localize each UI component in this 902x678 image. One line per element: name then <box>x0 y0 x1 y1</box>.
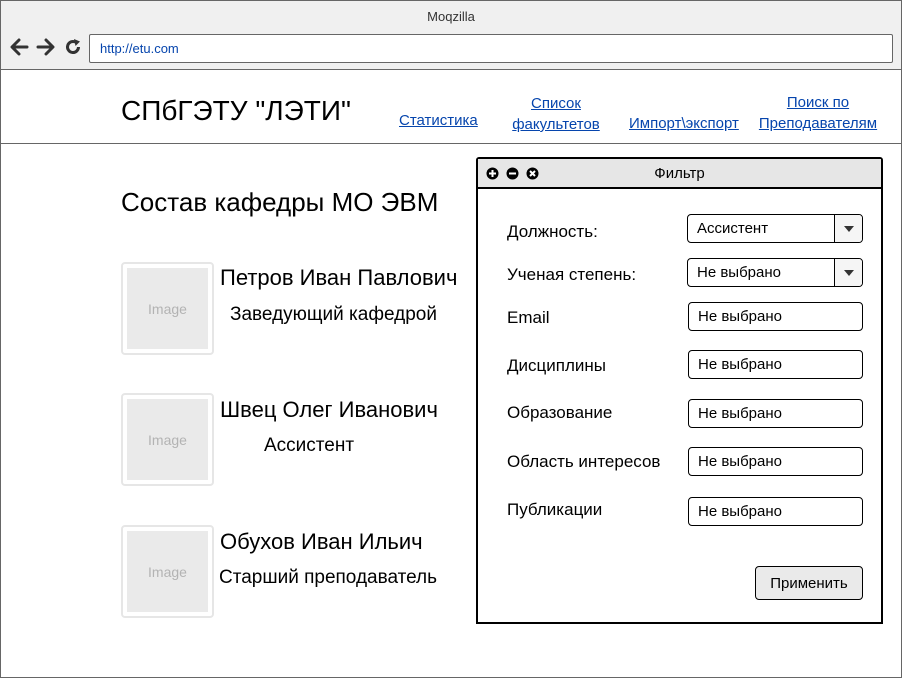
image-placeholder: Image <box>127 268 208 349</box>
nav-link-search-teachers[interactable]: Поиск по Преподавателям <box>755 92 881 134</box>
person-name[interactable]: Обухов Иван Ильич <box>220 529 423 555</box>
reload-icon[interactable] <box>63 37 83 57</box>
disciplines-field[interactable]: Не выбрано <box>688 350 863 379</box>
interests-field[interactable]: Не выбрано <box>688 447 863 476</box>
education-field[interactable]: Не выбрано <box>688 399 863 428</box>
publications-field[interactable]: Не выбрано <box>688 497 863 526</box>
nav-link-faculties[interactable]: Список факультетов <box>509 93 603 135</box>
nav-link-search-teachers-line1: Поиск по <box>786 94 850 111</box>
person-photo: Image <box>121 262 214 355</box>
browser-title: Moqzilla <box>427 9 475 24</box>
forward-arrow-icon[interactable] <box>36 37 56 57</box>
person-name[interactable]: Швец Олег Иванович <box>220 397 438 423</box>
nav-link-statistics-label: Статистика <box>399 112 478 129</box>
email-field[interactable]: Не выбрано <box>688 302 863 331</box>
site-title: СПбГЭТУ "ЛЭТИ" <box>121 95 351 126</box>
person-role: Старший преподаватель <box>219 567 438 588</box>
person-role: Заведующий кафедрой <box>230 304 437 325</box>
email-label: Email <box>507 308 550 327</box>
header-divider <box>1 143 901 144</box>
nav-link-faculties-line2: факультетов <box>512 116 600 133</box>
address-bar-url: http://etu.com <box>100 41 179 56</box>
image-placeholder: Image <box>127 531 208 612</box>
address-bar[interactable]: http://etu.com <box>89 34 893 63</box>
filter-titlebar: Фильтр <box>478 159 881 189</box>
degree-select-value: Не выбрано <box>697 264 781 281</box>
disciplines-label: Дисциплины <box>507 356 606 375</box>
image-placeholder: Image <box>127 399 208 480</box>
filter-title: Фильтр <box>654 165 705 182</box>
education-label: Образование <box>507 403 613 422</box>
apply-button[interactable]: Применить <box>755 566 863 600</box>
section-title: Состав кафедры МО ЭВМ <box>121 187 439 217</box>
position-select[interactable]: Ассистент <box>687 214 863 243</box>
publications-label: Публикации <box>507 500 603 519</box>
nav-link-search-teachers-line2: Преподавателям <box>758 115 878 132</box>
filter-dialog: Фильтр Должность: Ассистент Ученая степе… <box>476 157 883 624</box>
degree-select[interactable]: Не выбрано <box>687 258 863 287</box>
position-label: Должность: <box>507 222 598 241</box>
chevron-down-icon[interactable] <box>834 259 862 286</box>
interests-label: Область интересов <box>507 452 661 471</box>
position-select-value: Ассистент <box>697 220 769 237</box>
person-name[interactable]: Петров Иван Павлович <box>220 265 457 291</box>
degree-label: Ученая степень: <box>507 265 637 284</box>
chevron-down-icon[interactable] <box>834 215 862 242</box>
browser-window: Moqzilla http://etu.com СПбГЭТУ "ЛЭТИ" С… <box>0 0 902 678</box>
browser-toolbar: Moqzilla http://etu.com <box>1 1 901 70</box>
nav-link-statistics[interactable]: Статистика <box>399 110 478 131</box>
nav-link-import-export[interactable]: Импорт\экспорт <box>629 113 739 134</box>
person-photo: Image <box>121 525 214 618</box>
nav-link-faculties-line1: Список <box>531 95 581 112</box>
nav-link-import-export-label: Импорт\экспорт <box>629 115 739 132</box>
person-role: Ассистент <box>264 435 355 456</box>
back-arrow-icon[interactable] <box>9 37 29 57</box>
person-photo: Image <box>121 393 214 486</box>
